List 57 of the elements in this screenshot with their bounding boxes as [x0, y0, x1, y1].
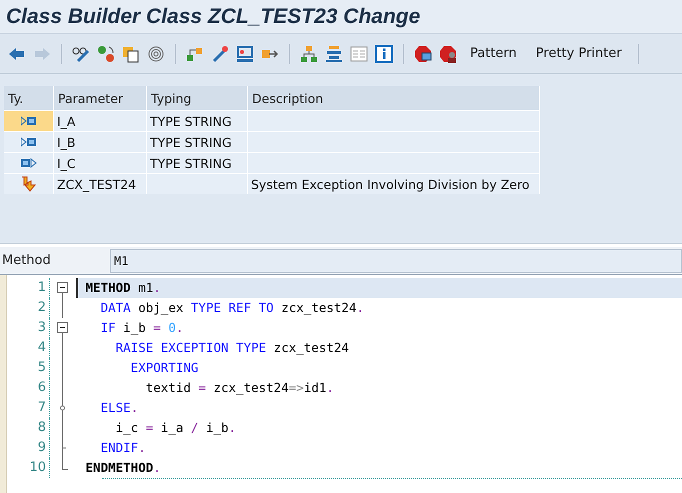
table-cell: TYPE STRING — [147, 152, 248, 173]
wand-icon — [211, 44, 229, 62]
line-number: 10 — [7, 458, 50, 478]
toolbar-button[interactable]: Pattern — [462, 42, 525, 66]
line-number: 1 — [7, 278, 50, 298]
type-cell[interactable] — [4, 152, 54, 173]
pages-icon — [122, 44, 140, 62]
table-cell: I_C — [54, 152, 147, 173]
stop-screen-icon — [414, 44, 432, 62]
glasses-pencil-icon — [72, 44, 90, 62]
table-cell: ZCX_TEST24 — [54, 173, 147, 194]
table-cell: I_B — [54, 131, 147, 152]
type-cell[interactable] — [4, 173, 54, 194]
code-line: ENDIF. — [100, 439, 147, 457]
spiral-icon — [147, 44, 165, 62]
importing-parameter-icon — [20, 116, 36, 126]
line-number: 5 — [7, 358, 50, 378]
column-header[interactable]: Description — [248, 86, 540, 110]
line-number: 7 — [7, 398, 50, 418]
method-label: Method — [1, 253, 52, 268]
line-number: 8 — [7, 418, 50, 438]
line-number: 3 — [7, 318, 50, 338]
exception-icon — [20, 176, 36, 192]
circles-swap-icon — [97, 44, 115, 62]
code-line: RAISE EXCEPTION TYPE zcx_test24 — [114, 339, 350, 357]
table-cell: I_A — [54, 110, 147, 131]
stack-icon — [325, 44, 343, 62]
column-header[interactable]: Parameter — [54, 86, 147, 110]
screen-icon — [236, 44, 254, 62]
code-line: ENDMETHOD. — [84, 459, 162, 477]
code-line: ELSE. — [100, 399, 140, 417]
code-line: i_c = i_a / i_b. — [114, 419, 238, 437]
method-field[interactable]: M1 — [110, 248, 682, 272]
table-cell: System Exception Involving Division by Zero — [248, 173, 540, 194]
line-number: 2 — [7, 298, 50, 318]
exporting-parameter-icon — [20, 158, 36, 168]
importing-parameter-icon — [20, 137, 36, 147]
code-line: IF i_b = 0. — [100, 319, 184, 337]
column-header[interactable]: Ty. — [4, 86, 54, 110]
stop-person-icon — [439, 44, 457, 62]
type-cell[interactable] — [4, 131, 54, 152]
window-title: Class Builder Class ZCL_TEST23 Change — [6, 4, 420, 28]
line-number: 9 — [7, 438, 50, 458]
info-icon — [375, 44, 393, 62]
toolbar-button[interactable]: Pretty Printer — [528, 42, 630, 66]
column-header[interactable]: Typing — [147, 86, 248, 110]
code-line: EXPORTING — [130, 359, 200, 377]
fold-branch-icon — [57, 398, 68, 418]
code-line: textid = zcx_test24=>id1. — [144, 379, 335, 397]
code-line: DATA obj_ex TYPE REF TO zcx_test24. — [100, 299, 366, 317]
line-number: 6 — [7, 378, 50, 398]
table-cell: TYPE STRING — [147, 110, 248, 131]
line-number: 4 — [7, 338, 50, 358]
hierarchy-icon — [300, 44, 318, 62]
table-cell: TYPE STRING — [147, 131, 248, 152]
list-window-icon — [350, 44, 368, 62]
type-cell[interactable] — [4, 110, 54, 131]
